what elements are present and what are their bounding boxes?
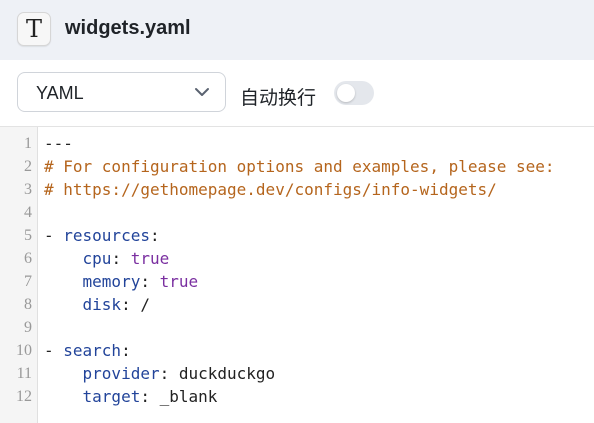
code-line[interactable]: 9	[0, 316, 594, 339]
line-number: 2	[24, 158, 32, 175]
code-token-plain: :	[121, 341, 131, 360]
code-token-key: cpu	[82, 249, 112, 268]
code-token-key: search	[63, 341, 122, 360]
code-line[interactable]: 5- resources:	[0, 224, 594, 247]
code-editor[interactable]: 1 --- 2 # For configuration options and exa…	[0, 127, 594, 423]
file-title: widgets.yaml	[65, 17, 191, 39]
code-token-plain: -	[44, 341, 64, 360]
code-text: ---	[44, 132, 73, 155]
title-bar: T widgets.yaml	[0, 0, 594, 60]
code-token-bool: true	[130, 249, 170, 268]
code-text: target: _blank	[44, 385, 218, 408]
code-token-key: provider	[82, 364, 160, 383]
code-token-plain: :	[140, 272, 160, 291]
language-select[interactable]: YAML	[17, 72, 226, 112]
code-token-key: resources	[63, 226, 150, 245]
code-line[interactable]: 3 # https://gethomepage.dev/configs/info-…	[0, 178, 594, 201]
toggle-knob	[337, 84, 355, 102]
line-number: 6	[24, 250, 32, 267]
code-token-comment: # For configuration options and examples…	[44, 157, 555, 176]
code-line[interactable]: 6 cpu: true	[0, 247, 594, 270]
code-line[interactable]: 2 # For configuration options and example…	[0, 155, 594, 178]
code-line[interactable]: 1 ---	[0, 132, 594, 155]
code-line[interactable]: 7 memory: true	[0, 270, 594, 293]
editor-toolbar: YAML 自动换行	[0, 60, 594, 127]
text-editor-icon: T	[17, 12, 51, 46]
code-line[interactable]: 12 target: _blank	[0, 385, 594, 408]
word-wrap-toggle[interactable]	[334, 81, 374, 105]
code-token-plain: ---	[44, 134, 73, 153]
code-line[interactable]: 4	[0, 201, 594, 224]
code-line[interactable]: 8 disk: /	[0, 293, 594, 316]
line-number: 10	[16, 342, 32, 359]
code-token-plain: : /	[121, 295, 150, 314]
code-token-plain: : duckduckgo	[159, 364, 276, 383]
code-token-plain: : _blank	[140, 387, 218, 406]
code-line[interactable]: 11 provider: duckduckgo	[0, 362, 594, 385]
code-token-comment: # https://gethomepage.dev/configs/info-w…	[44, 180, 497, 199]
code-token-plain: :	[111, 249, 131, 268]
line-number: 7	[24, 273, 32, 290]
line-number: 11	[16, 365, 32, 382]
code-text: # https://gethomepage.dev/configs/info-w…	[44, 178, 497, 201]
code-text: memory: true	[44, 270, 199, 293]
code-token-key: disk	[82, 295, 122, 314]
app-icon-glyph: T	[25, 15, 42, 43]
code-text: cpu: true	[44, 247, 170, 270]
word-wrap-label: 自动换行	[240, 87, 317, 109]
line-number: 9	[24, 319, 32, 336]
line-number: 12	[16, 388, 32, 405]
line-number: 1	[24, 135, 32, 152]
code-text: provider: duckduckgo	[44, 362, 276, 385]
line-number: 3	[24, 181, 32, 198]
code-text: disk: /	[44, 293, 150, 316]
chevron-down-icon	[195, 88, 209, 96]
code-token-bool: true	[159, 272, 199, 291]
line-number: 4	[24, 204, 32, 221]
code-token-plain: -	[44, 226, 64, 245]
line-number: 8	[24, 296, 32, 313]
code-token-plain: :	[149, 226, 160, 245]
code-token-key: target	[82, 387, 141, 406]
language-select-value: YAML	[36, 83, 84, 103]
code-token-key: memory	[82, 272, 141, 291]
line-number: 5	[24, 227, 32, 244]
code-text: - search:	[44, 339, 131, 362]
code-line[interactable]: 10- search:	[0, 339, 594, 362]
code-text: - resources:	[44, 224, 160, 247]
code-text: # For configuration options and examples…	[44, 155, 555, 178]
